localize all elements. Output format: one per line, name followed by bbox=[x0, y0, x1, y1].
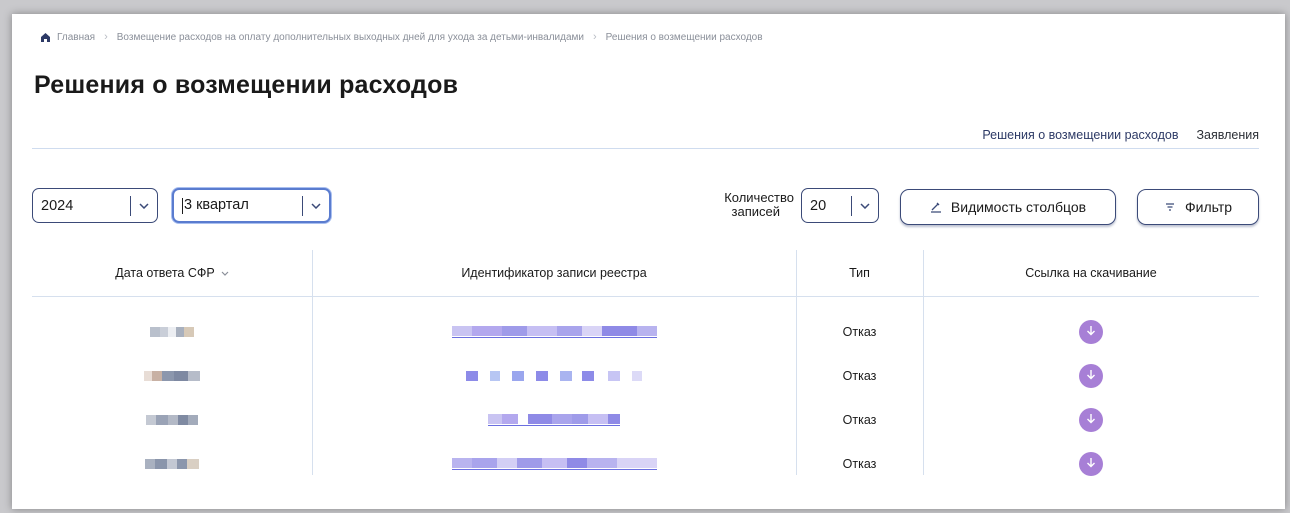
chevron-down-icon[interactable] bbox=[852, 202, 878, 209]
redacted-date bbox=[150, 327, 194, 337]
records-count-select[interactable]: 20 bbox=[801, 188, 879, 223]
view-tabs: Решения о возмещении расходов Заявления bbox=[982, 128, 1259, 142]
download-cell bbox=[923, 398, 1259, 442]
redacted-date bbox=[145, 459, 199, 469]
column-header-type: Тип bbox=[796, 250, 923, 296]
chevron-right-icon: › bbox=[104, 31, 108, 43]
column-header-registry-id: Идентификатор записи реестра bbox=[312, 250, 796, 296]
type-cell: Отказ bbox=[842, 369, 877, 383]
quarter-select-field: 3 квартал bbox=[174, 197, 302, 214]
page-title: Решения о возмещении расходов bbox=[34, 71, 459, 99]
breadcrumb: Главная › Возмещение расходов на оплату … bbox=[40, 30, 763, 44]
download-cell bbox=[923, 354, 1259, 398]
redacted-registry-link[interactable] bbox=[466, 371, 642, 381]
type-cell: Отказ bbox=[842, 457, 877, 471]
download-button[interactable] bbox=[1079, 320, 1103, 344]
chevron-right-icon: › bbox=[592, 31, 597, 43]
sort-chevron-icon[interactable] bbox=[221, 271, 229, 276]
tab-applications[interactable]: Заявления bbox=[1196, 128, 1259, 142]
chevron-down-icon[interactable] bbox=[303, 202, 329, 209]
column-header-date-label: Дата ответа СФР bbox=[115, 266, 215, 280]
registry-id-cell-redacted[interactable] bbox=[312, 442, 796, 486]
filter-icon bbox=[1164, 202, 1176, 212]
redacted-registry-link[interactable] bbox=[451, 326, 657, 338]
records-count-label-line2: записей bbox=[731, 204, 780, 219]
breadcrumb-current: Решения о возмещении расходов bbox=[605, 31, 763, 43]
table-row: Отказ bbox=[32, 442, 1259, 486]
breadcrumb-section-link[interactable]: Возмещение расходов на оплату дополнител… bbox=[117, 32, 584, 43]
column-header-date[interactable]: Дата ответа СФР bbox=[32, 250, 312, 296]
download-button[interactable] bbox=[1079, 364, 1103, 388]
quarter-select-value: 3 квартал bbox=[184, 197, 249, 214]
download-arrow-icon bbox=[1086, 413, 1096, 427]
column-visibility-button[interactable]: Видимость столбцов bbox=[900, 189, 1116, 225]
registry-id-cell-redacted[interactable] bbox=[312, 354, 796, 398]
filter-label: Фильтр bbox=[1184, 199, 1233, 215]
quarter-select[interactable]: 3 квартал bbox=[172, 188, 331, 223]
tabs-divider bbox=[32, 148, 1259, 149]
home-icon[interactable] bbox=[40, 32, 51, 43]
year-select[interactable]: 2024 bbox=[32, 188, 158, 223]
table-row: Отказ bbox=[32, 398, 1259, 442]
filter-button[interactable]: Фильтр bbox=[1137, 189, 1259, 225]
text-caret bbox=[182, 197, 183, 214]
type-cell: Отказ bbox=[842, 413, 877, 427]
download-button[interactable] bbox=[1079, 452, 1103, 476]
download-cell bbox=[923, 310, 1259, 354]
records-count-label-line1: Количество bbox=[724, 190, 794, 205]
tab-decisions[interactable]: Решения о возмещении расходов bbox=[982, 128, 1178, 142]
date-cell-redacted bbox=[32, 442, 312, 486]
column-visibility-label: Видимость столбцов bbox=[950, 199, 1087, 215]
table-header: Дата ответа СФР Идентификатор записи рее… bbox=[32, 250, 1259, 297]
chevron-down-icon[interactable] bbox=[131, 202, 157, 209]
date-cell-redacted bbox=[32, 398, 312, 442]
breadcrumb-home-link[interactable]: Главная bbox=[57, 32, 95, 43]
registry-id-cell-redacted[interactable] bbox=[312, 398, 796, 442]
redacted-registry-link[interactable] bbox=[451, 458, 657, 470]
records-count-value: 20 bbox=[810, 197, 827, 214]
date-cell-redacted bbox=[32, 310, 312, 354]
year-select-value: 2024 bbox=[41, 197, 74, 214]
download-arrow-icon bbox=[1086, 369, 1096, 383]
page-card: Главная › Возмещение расходов на оплату … bbox=[12, 14, 1285, 509]
column-header-download: Ссылка на скачивание bbox=[923, 250, 1259, 296]
table-row: Отказ bbox=[32, 310, 1259, 354]
pencil-icon bbox=[930, 201, 942, 213]
records-count-label: Количество записей bbox=[704, 191, 794, 219]
redacted-registry-link[interactable] bbox=[488, 414, 620, 426]
download-button[interactable] bbox=[1079, 408, 1103, 432]
type-cell: Отказ bbox=[842, 325, 877, 339]
download-arrow-icon bbox=[1086, 325, 1096, 339]
download-arrow-icon bbox=[1086, 457, 1096, 471]
redacted-date bbox=[144, 371, 200, 381]
column-header-registry-id-label: Идентификатор записи реестра bbox=[461, 266, 647, 280]
download-cell bbox=[923, 442, 1259, 486]
column-header-download-label: Ссылка на скачивание bbox=[1025, 266, 1157, 280]
column-header-type-label: Тип bbox=[849, 266, 870, 280]
redacted-date bbox=[146, 415, 198, 425]
table-row: Отказ bbox=[32, 354, 1259, 398]
registry-id-cell-redacted[interactable] bbox=[312, 310, 796, 354]
date-cell-redacted bbox=[32, 354, 312, 398]
